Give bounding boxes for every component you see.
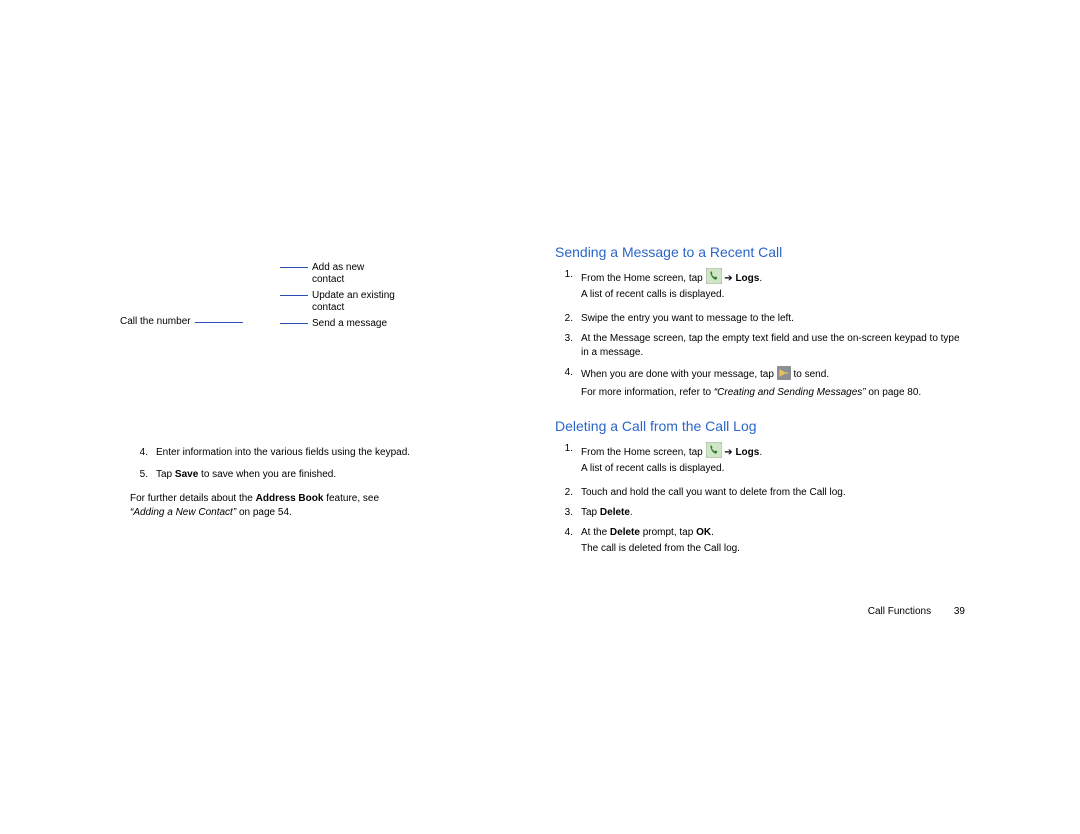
step-number: 3.: [555, 332, 581, 360]
sub-text: A list of recent calls is displayed.: [581, 288, 965, 302]
text: on page 80.: [866, 387, 922, 398]
text: to send.: [793, 369, 829, 380]
step-text: When you are done with your message, tap…: [581, 366, 965, 400]
step-number: 4.: [555, 526, 581, 560]
text: Tap: [581, 507, 600, 518]
step-3: 3. At the Message screen, tap the empty …: [555, 332, 965, 360]
italic-ref: “Adding a New Contact”: [130, 507, 236, 518]
step-3: 3. Tap Delete.: [555, 506, 965, 520]
text: .: [711, 527, 714, 538]
step-1: 1. From the Home screen, tap ➔ Logs. A l…: [555, 442, 965, 480]
reference-note: For more information, refer to “Creating…: [581, 386, 965, 400]
step-4: 4. At the Delete prompt, tap OK. The cal…: [555, 526, 965, 560]
step-text: At the Message screen, tap the empty tex…: [581, 332, 965, 360]
text: From the Home screen, tap: [581, 447, 706, 458]
callout-group-right: Add as new contact Update an existing co…: [280, 262, 510, 334]
text: For further details about the: [130, 493, 256, 504]
step-number: 1.: [555, 442, 581, 480]
callout-line: [280, 267, 308, 268]
text: Tap: [156, 469, 175, 480]
step-text: At the Delete prompt, tap OK. The call i…: [581, 526, 965, 560]
section-name: Call Functions: [868, 606, 931, 617]
step-number: 2.: [555, 312, 581, 326]
right-column: Sending a Message to a Recent Call 1. Fr…: [555, 244, 965, 566]
step-2: 2. Touch and hold the call you want to d…: [555, 486, 965, 500]
step-text: Swipe the entry you want to message to t…: [581, 312, 965, 326]
left-steps: 4. Enter information into the various fi…: [130, 446, 530, 520]
step-4: 4. When you are done with your message, …: [555, 366, 965, 400]
callout-add-new: Add as new contact: [280, 262, 510, 286]
text: ➔: [724, 447, 735, 458]
step-text: Tap Save to save when you are finished.: [156, 468, 530, 482]
step-text: Enter information into the various field…: [156, 446, 530, 460]
text: to save when you are finished.: [198, 469, 336, 480]
text: When you are done with your message, tap: [581, 369, 777, 380]
phone-icon: [706, 442, 722, 458]
bold-text: Save: [175, 469, 198, 480]
bold-text: Delete: [610, 527, 640, 538]
bold-text: OK: [696, 527, 711, 538]
text: For more information, refer to: [581, 387, 714, 398]
callout-label: Add as new contact: [308, 262, 382, 286]
text: .: [630, 507, 633, 518]
text: feature, see: [323, 493, 379, 504]
bold-text: Address Book: [256, 493, 324, 504]
step-number: 2.: [555, 486, 581, 500]
step-2: 2. Swipe the entry you want to message t…: [555, 312, 965, 326]
bold-text: Logs: [735, 447, 759, 458]
callout-send-message: Send a message: [280, 318, 510, 330]
document-page: Call the number Add as new contact Updat…: [0, 0, 1080, 834]
callout-label: Call the number: [120, 316, 195, 328]
sub-text: A list of recent calls is displayed.: [581, 462, 965, 476]
step-text: From the Home screen, tap ➔ Logs. A list…: [581, 442, 965, 480]
step-number: 5.: [130, 468, 156, 482]
page-footer: Call Functions 39: [868, 606, 965, 617]
step-text: Tap Delete.: [581, 506, 965, 520]
callout-label: Send a message: [308, 318, 387, 330]
page-number: 39: [954, 606, 965, 617]
step-number: 4.: [130, 446, 156, 460]
step-number: 4.: [555, 366, 581, 400]
section-heading: Deleting a Call from the Call Log: [555, 418, 965, 434]
text: At the: [581, 527, 610, 538]
send-icon: [777, 366, 791, 380]
step-number: 3.: [555, 506, 581, 520]
step-4: 4. Enter information into the various fi…: [130, 446, 530, 460]
step-number: 1.: [555, 268, 581, 306]
section-heading: Sending a Message to a Recent Call: [555, 244, 965, 260]
further-details: For further details about the Address Bo…: [130, 492, 530, 520]
italic-ref: “Creating and Sending Messages”: [714, 387, 866, 398]
callout-call-number: Call the number: [120, 316, 243, 328]
step-text: From the Home screen, tap ➔ Logs. A list…: [581, 268, 965, 306]
text: ➔: [724, 273, 735, 284]
callout-line: [195, 322, 243, 323]
text: on page 54.: [236, 507, 292, 518]
bold-text: Delete: [600, 507, 630, 518]
step-5: 5. Tap Save to save when you are finishe…: [130, 468, 530, 482]
bold-text: Logs: [735, 273, 759, 284]
sending-message-steps: 1. From the Home screen, tap ➔ Logs. A l…: [555, 268, 965, 400]
callout-line: [280, 323, 308, 324]
text: prompt, tap: [640, 527, 696, 538]
step-1: 1. From the Home screen, tap ➔ Logs. A l…: [555, 268, 965, 306]
phone-icon: [706, 268, 722, 284]
callout-line: [280, 295, 308, 296]
text: From the Home screen, tap: [581, 273, 706, 284]
callout-update-existing: Update an existing contact: [280, 290, 510, 314]
text: .: [759, 273, 762, 284]
sub-text: The call is deleted from the Call log.: [581, 542, 965, 556]
text: .: [759, 447, 762, 458]
step-text: Touch and hold the call you want to dele…: [581, 486, 965, 500]
callout-label: Update an existing contact: [308, 290, 402, 314]
deleting-call-steps: 1. From the Home screen, tap ➔ Logs. A l…: [555, 442, 965, 560]
